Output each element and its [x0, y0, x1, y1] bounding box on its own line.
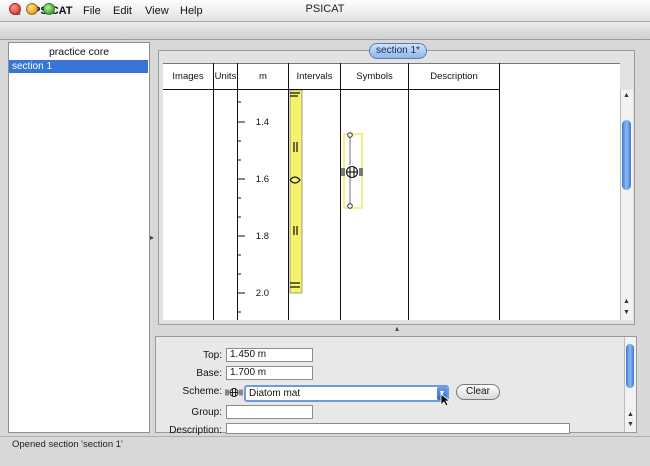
project-title: practice core: [48, 46, 110, 58]
depth-label: 2.0: [255, 288, 269, 299]
column-header-intervals[interactable]: Intervals: [289, 65, 340, 89]
mouse-cursor-icon: [440, 393, 452, 407]
column-header-units[interactable]: Units: [214, 65, 237, 89]
diatom-mat-icon: [225, 388, 243, 397]
scroll-up-icon[interactable]: ▲: [625, 411, 636, 418]
scheme-label: Scheme:: [182, 386, 222, 397]
top-field[interactable]: 1.450 m: [226, 348, 313, 362]
group-label: Group:: [191, 407, 222, 418]
column-header-symbols[interactable]: Symbols: [341, 65, 408, 89]
base-label: Base:: [196, 368, 222, 379]
scroll-up-icon[interactable]: ▲: [621, 298, 632, 305]
section-list-panel: [8, 42, 150, 433]
column-divider: [408, 63, 409, 320]
window-title: PSICAT: [305, 3, 345, 15]
description-label: Description:: [169, 425, 222, 436]
column-header-description[interactable]: Description: [409, 65, 499, 89]
depth-label: 1.8: [255, 231, 269, 242]
description-field[interactable]: [226, 423, 570, 434]
window-minimize-button[interactable]: [26, 3, 38, 15]
properties-scroll-thumb[interactable]: [626, 344, 634, 388]
scroll-down-icon[interactable]: ▼: [621, 309, 632, 316]
status-text: Opened section 'section 1': [12, 439, 123, 450]
column-header-images[interactable]: Images: [163, 65, 213, 89]
column-header-depth[interactable]: m: [238, 65, 288, 89]
base-field[interactable]: 1.700 m: [226, 366, 313, 380]
split-handle-vertical[interactable]: ▸: [150, 234, 154, 242]
core-diagram-canvas[interactable]: [163, 63, 620, 320]
scheme-value: Diatom mat: [249, 388, 301, 399]
interval-bar[interactable]: [288, 90, 308, 296]
column-divider: [213, 63, 214, 320]
scroll-up-icon[interactable]: ▲: [621, 92, 632, 99]
window-close-button[interactable]: [9, 3, 21, 15]
diatom-mat-icon[interactable]: [341, 163, 363, 181]
top-label: Top:: [203, 350, 222, 361]
depth-label: 1.4: [255, 117, 269, 128]
scroll-down-icon[interactable]: ▼: [625, 421, 636, 428]
depth-label: 1.6: [255, 174, 269, 185]
diagram-scroll-thumb[interactable]: [622, 120, 631, 190]
split-handle-horizontal[interactable]: ▴: [393, 325, 401, 333]
window-zoom-button[interactable]: [43, 3, 55, 15]
section-list-item[interactable]: section 1: [9, 60, 148, 73]
group-field[interactable]: [226, 405, 313, 419]
window-titlebar[interactable]: [0, 22, 650, 40]
tab-section-1[interactable]: section 1*: [369, 43, 427, 59]
column-divider: [499, 63, 500, 320]
clear-button[interactable]: Clear: [456, 384, 500, 400]
scheme-dropdown[interactable]: Diatom mat: [244, 385, 449, 402]
